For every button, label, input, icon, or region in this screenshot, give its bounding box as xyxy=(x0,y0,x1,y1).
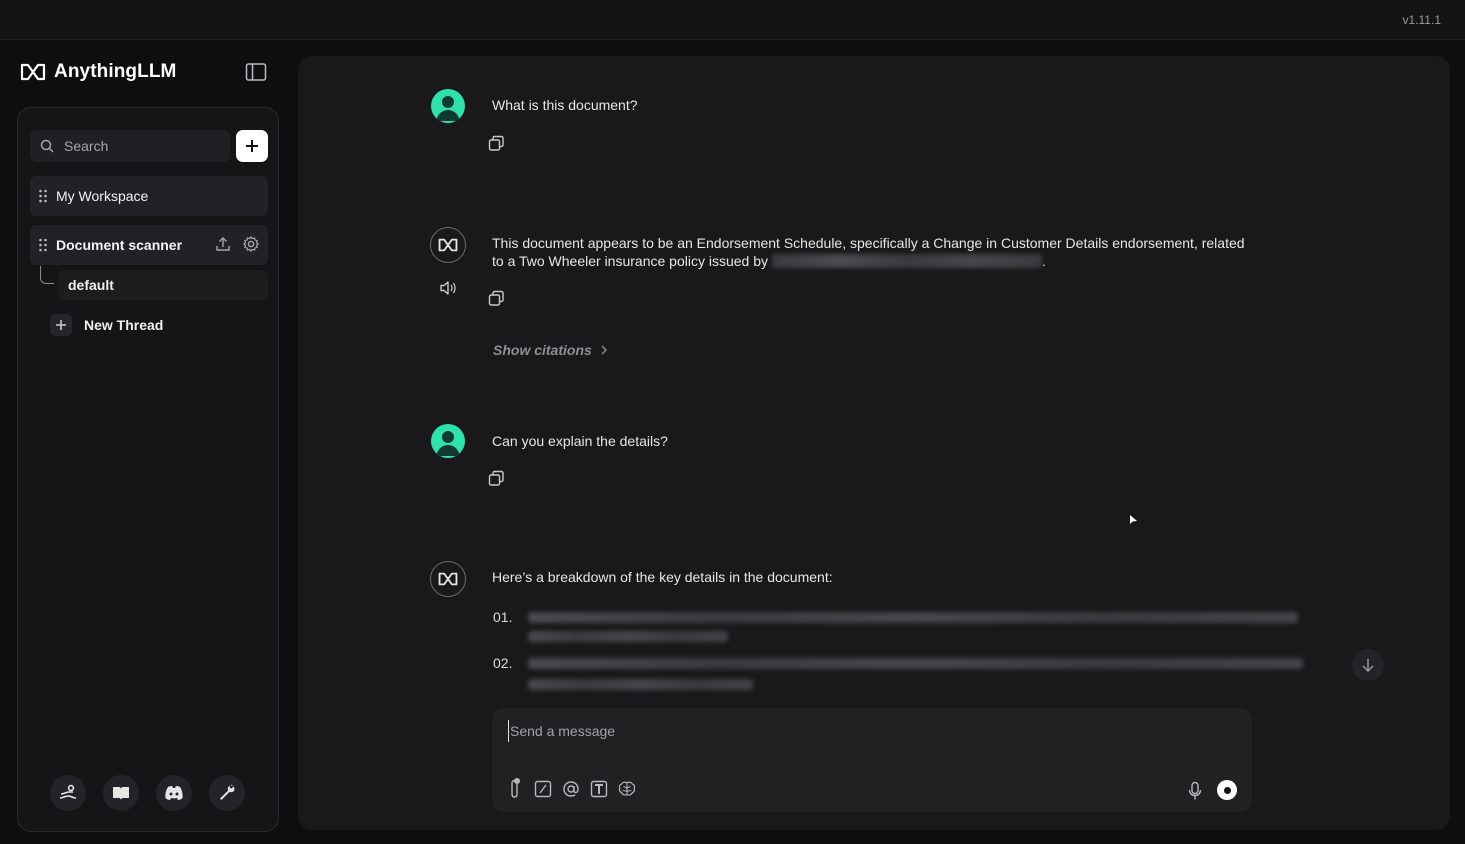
docs-button[interactable] xyxy=(103,775,139,811)
workspace-item-document-scanner[interactable]: Document scanner xyxy=(30,225,268,265)
voice-input-button[interactable] xyxy=(1188,781,1202,806)
show-citations-label: Show citations xyxy=(493,342,592,358)
slash-command-icon xyxy=(534,780,552,798)
copy-icon xyxy=(488,470,504,486)
assistant-avatar xyxy=(430,561,466,597)
workspace-actions xyxy=(214,235,260,253)
copy-button[interactable] xyxy=(488,470,505,492)
thread-item-default[interactable]: default xyxy=(58,270,268,300)
top-bar: v1.11.1 xyxy=(0,0,1465,40)
brand-logo: AnythingLLM xyxy=(20,60,176,84)
workspace-label: Document scanner xyxy=(56,237,183,253)
new-workspace-button[interactable] xyxy=(236,130,268,162)
list-number: 01. xyxy=(493,609,513,625)
message-composer xyxy=(492,708,1252,812)
plus-icon xyxy=(50,314,72,336)
user-avatar-icon xyxy=(436,431,460,456)
brain-icon xyxy=(618,781,636,796)
stop-generation-button[interactable] xyxy=(1217,780,1237,800)
text-size-button[interactable] xyxy=(590,780,608,798)
chat-panel: What is this document? This document app… xyxy=(298,56,1450,830)
anythingllm-logo-icon xyxy=(438,572,458,586)
show-citations-button[interactable]: Show citations xyxy=(493,342,608,358)
docs-book-icon xyxy=(113,787,129,800)
llm-selector-button[interactable] xyxy=(618,780,636,798)
thread-connector-line xyxy=(40,266,54,284)
assistant-message: This document appears to be an Endorseme… xyxy=(492,234,1322,270)
redacted-text xyxy=(528,679,753,690)
upload-icon[interactable] xyxy=(214,235,232,253)
mouse-cursor-icon xyxy=(1130,515,1137,524)
assistant-avatar xyxy=(430,227,466,263)
redacted-text xyxy=(528,631,728,642)
plus-icon xyxy=(246,140,258,152)
slash-commands-button[interactable] xyxy=(534,780,552,798)
discord-icon xyxy=(165,786,183,800)
sidebar: Search My Workspace Document scanner def… xyxy=(17,107,279,832)
copy-button[interactable] xyxy=(488,135,505,157)
message-input[interactable] xyxy=(508,720,1208,742)
scroll-to-bottom-button[interactable] xyxy=(1352,649,1384,681)
at-sign-icon xyxy=(563,781,579,797)
settings-wrench-icon xyxy=(220,784,235,800)
redacted-text xyxy=(528,612,1298,623)
sidebar-footer xyxy=(50,775,245,811)
workspace-label: My Workspace xyxy=(56,188,149,204)
settings-button[interactable] xyxy=(209,775,245,811)
speaker-icon xyxy=(440,281,456,295)
drag-handle-icon[interactable] xyxy=(38,189,48,203)
copy-icon xyxy=(488,290,504,306)
redacted-text xyxy=(528,658,1303,669)
brand-name: AnythingLLM xyxy=(54,61,177,82)
redacted-text xyxy=(771,254,1042,268)
agent-mention-button[interactable] xyxy=(562,780,580,798)
new-thread-button[interactable]: New Thread xyxy=(50,314,163,336)
attach-button[interactable] xyxy=(506,778,524,798)
composer-tools xyxy=(506,778,636,798)
user-avatar xyxy=(431,424,465,458)
search-placeholder: Search xyxy=(64,138,109,154)
anythingllm-logo-icon xyxy=(20,63,46,81)
message-text: Can you explain the details? xyxy=(492,433,668,449)
drag-handle-icon[interactable] xyxy=(38,238,48,252)
search-icon xyxy=(40,139,54,153)
text-size-icon xyxy=(590,780,608,798)
message-text-fragment: to a Two Wheeler insurance policy issued… xyxy=(492,253,768,269)
anythingllm-logo-icon xyxy=(438,238,458,252)
discord-button[interactable] xyxy=(156,775,192,811)
copy-icon xyxy=(488,135,504,151)
search-input[interactable]: Search xyxy=(30,130,230,162)
copy-button[interactable] xyxy=(488,290,505,312)
paperclip-icon xyxy=(511,778,520,798)
community-hub-button[interactable] xyxy=(50,775,86,811)
thread-label: default xyxy=(68,277,114,293)
message-text-line: This document appears to be an Endorseme… xyxy=(492,235,1245,251)
user-avatar-icon xyxy=(436,96,460,121)
message-text: What is this document? xyxy=(492,97,638,113)
arrow-down-icon xyxy=(1362,659,1374,673)
workspace-item-my-workspace[interactable]: My Workspace xyxy=(30,176,268,216)
gear-icon[interactable] xyxy=(242,235,260,253)
message-text-line-2: to a Two Wheeler insurance policy issued… xyxy=(492,252,1322,270)
microphone-icon xyxy=(1188,781,1202,800)
chevron-right-icon xyxy=(601,345,607,355)
message-text: Here’s a breakdown of the key details in… xyxy=(492,569,833,585)
community-hub-icon xyxy=(59,784,77,799)
message-text-end: . xyxy=(1041,253,1046,269)
text-to-speech-button[interactable] xyxy=(439,280,457,301)
new-thread-label: New Thread xyxy=(84,317,164,333)
sidebar-panel-icon xyxy=(245,63,267,81)
list-number: 02. xyxy=(493,655,513,671)
sidebar-toggle-button[interactable] xyxy=(245,62,267,82)
user-avatar xyxy=(431,89,465,123)
app-version: v1.11.1 xyxy=(1402,13,1441,27)
